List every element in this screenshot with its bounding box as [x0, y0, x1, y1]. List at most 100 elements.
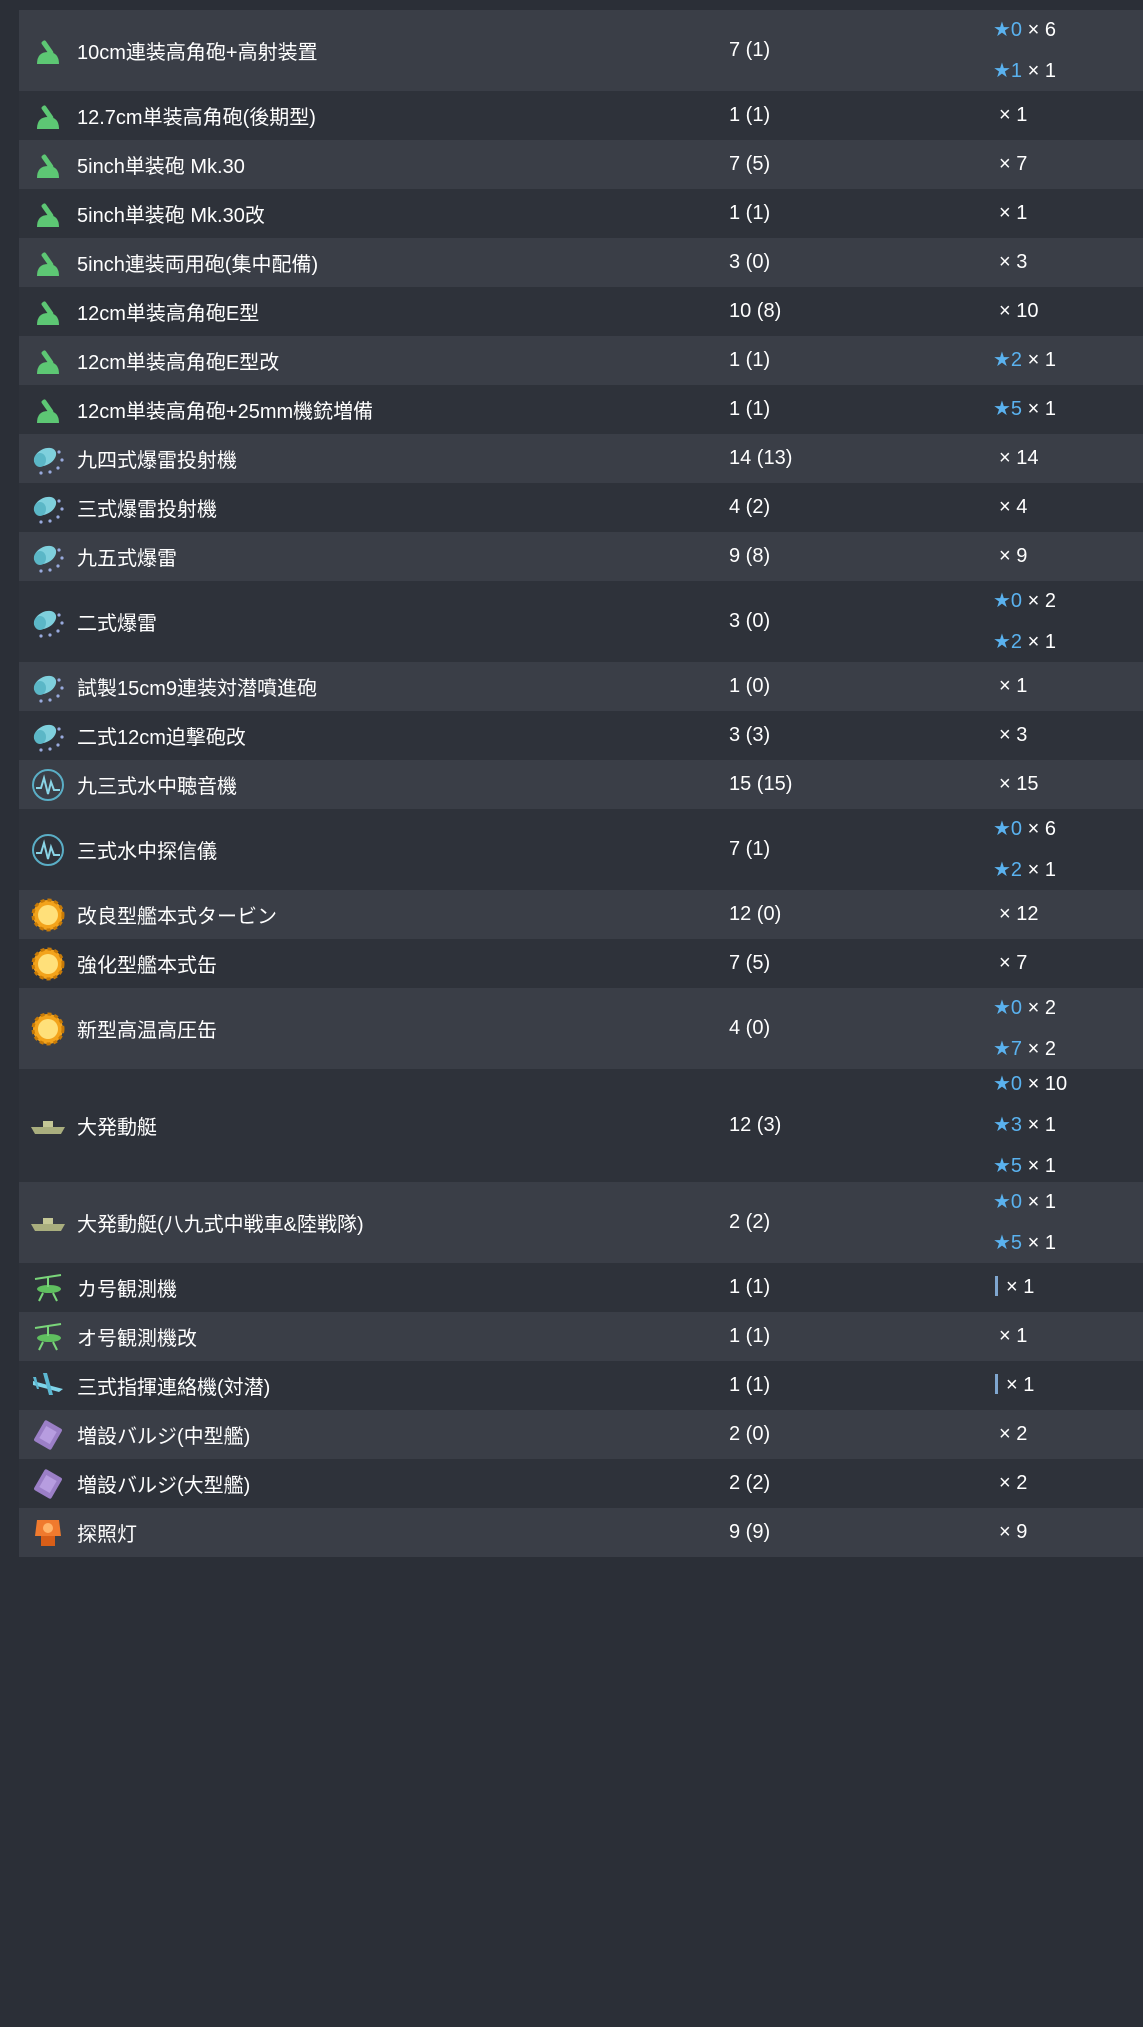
improvement-quantity: × 3	[999, 251, 1028, 273]
improvement-quantity: × 2	[999, 1423, 1028, 1445]
gun-icon	[29, 293, 67, 331]
improvement-quantity: × 4	[999, 496, 1028, 518]
equipment-name: 二式爆雷	[77, 613, 157, 635]
equipment-name: 10cm連装高角砲+高射装置	[77, 42, 318, 64]
equipment-count: 12 (0)	[729, 903, 782, 925]
equipment-name: 九五式爆雷	[77, 548, 177, 570]
table-row: 12.7cm単装高角砲(後期型) 1 (1) × 1	[19, 91, 1143, 140]
improvement-list: × 4	[993, 487, 1027, 528]
table-row: 九五式爆雷 9 (8) × 9	[19, 532, 1143, 581]
improvement-entry: × 1	[993, 666, 1027, 707]
bulge-icon	[29, 1416, 67, 1454]
table-row: 改良型艦本式タービン 12 (0) × 12	[19, 890, 1143, 939]
improvement-list: ★0 × 6 ★2 × 1	[993, 809, 1056, 891]
equipment-count: 3 (0)	[729, 251, 771, 273]
improvement-star-level: ★7	[993, 1037, 1023, 1060]
table-row: 探照灯 9 (9) × 9	[19, 1508, 1143, 1557]
engine-icon	[29, 896, 67, 934]
improvement-entry: × 14	[993, 438, 1038, 479]
improvement-quantity: × 2	[1027, 1037, 1056, 1060]
improvement-entry: × 12	[993, 894, 1038, 935]
improvement-entry: ★2 × 1	[993, 850, 1056, 891]
depth-charge-icon	[29, 717, 67, 755]
improvement-quantity: × 7	[999, 153, 1028, 175]
improvement-list: × 1	[993, 1316, 1027, 1357]
table-row: 12cm単装高角砲E型 10 (8) × 10	[19, 287, 1143, 336]
depth-charge-icon	[29, 538, 67, 576]
searchlight-icon	[29, 1514, 67, 1552]
improvement-entry: × 1	[993, 1316, 1027, 1357]
improvement-quantity: × 1	[999, 1325, 1028, 1347]
equipment-count: 9 (8)	[729, 545, 771, 567]
improvement-list: ★0 × 10 ★3 × 1 ★5 × 1	[993, 1064, 1067, 1187]
improvement-list: × 10	[993, 291, 1038, 332]
table-row: 増設バルジ(中型艦) 2 (0) × 2	[19, 1410, 1143, 1459]
improvement-quantity: × 1	[999, 675, 1028, 697]
depth-charge-icon	[29, 668, 67, 706]
equipment-count: 9 (9)	[729, 1521, 771, 1543]
improvement-quantity: × 1	[1027, 1231, 1056, 1254]
table-row: 5inch連装両用砲(集中配備) 3 (0) × 3	[19, 238, 1143, 287]
table-row: オ号観測機改 1 (1) × 1	[19, 1312, 1143, 1361]
equipment-count: 7 (5)	[729, 952, 771, 974]
improvement-star-level: ★2	[993, 349, 1023, 371]
table-row: 試製15cm9連装対潜噴進砲 1 (0) × 1	[19, 662, 1143, 711]
improvement-entry: ★0 × 6	[993, 10, 1056, 51]
equipment-name: 三式水中探信儀	[77, 841, 217, 863]
equipment-count: 1 (1)	[729, 349, 771, 371]
improvement-quantity: × 1	[1027, 858, 1056, 881]
engine-icon	[29, 1010, 67, 1048]
improvement-entry: × 7	[993, 144, 1027, 185]
equipment-count: 3 (0)	[729, 610, 771, 632]
equipment-count: 15 (15)	[729, 773, 793, 795]
equipment-name: 三式指揮連絡機(対潜)	[77, 1377, 271, 1399]
improvement-quantity: × 3	[999, 724, 1028, 746]
gun-icon	[29, 32, 67, 70]
equipment-count: 1 (1)	[729, 202, 771, 224]
improvement-quantity: × 1	[1027, 349, 1056, 371]
equipment-count: 14 (13)	[729, 447, 793, 469]
table-row: 二式12cm迫撃砲改 3 (3) × 3	[19, 711, 1143, 760]
improvement-list: × 9	[993, 1512, 1027, 1553]
improvement-list: × 1	[993, 1365, 1034, 1406]
autogyro-icon	[29, 1318, 67, 1356]
equipment-count: 10 (8)	[729, 300, 782, 322]
table-row: 大発動艇 12 (3) ★0 × 10 ★3 × 1 ★5 × 1	[19, 1069, 1143, 1182]
equipment-count: 4 (2)	[729, 496, 771, 518]
equipment-count: 1 (0)	[729, 675, 771, 697]
improvement-quantity: × 1	[1027, 1190, 1056, 1213]
improvement-quantity: × 10	[1027, 1073, 1068, 1095]
improvement-star-level: ★2	[993, 630, 1023, 653]
liaison-plane-icon	[29, 1367, 67, 1405]
improvement-entry: ★0 × 1	[993, 1182, 1056, 1223]
bulge-icon	[29, 1465, 67, 1503]
equipment-count: 1 (1)	[729, 104, 771, 126]
improvement-quantity: × 6	[1027, 817, 1056, 840]
equipment-count: 1 (1)	[729, 398, 771, 420]
equipment-name: 二式12cm迫撃砲改	[77, 727, 246, 749]
improvement-entry: × 1	[993, 1365, 1034, 1406]
equipment-name: 大発動艇(八九式中戦車&陸戦隊)	[77, 1214, 364, 1236]
equipment-name: 探照灯	[77, 1524, 137, 1546]
table-row: 強化型艦本式缶 7 (5) × 7	[19, 939, 1143, 988]
proficiency-mark-icon	[995, 1275, 998, 1296]
improvement-star-level: ★3	[993, 1114, 1023, 1136]
improvement-entry: × 4	[993, 487, 1027, 528]
table-row: 二式爆雷 3 (0) ★0 × 2 ★2 × 1	[19, 581, 1143, 662]
improvement-star-level: ★2	[993, 858, 1023, 881]
equipment-name: 5inch単装砲 Mk.30	[77, 156, 245, 178]
equipment-count: 2 (2)	[729, 1211, 771, 1233]
equipment-count: 2 (0)	[729, 1423, 771, 1445]
table-row: 九四式爆雷投射機 14 (13) × 14	[19, 434, 1143, 483]
improvement-quantity: × 1	[1006, 1276, 1035, 1298]
sonar-icon	[29, 766, 67, 804]
improvement-entry: × 9	[993, 536, 1027, 577]
improvement-quantity: × 1	[999, 202, 1028, 224]
gun-icon	[29, 146, 67, 184]
improvement-list: × 2	[993, 1463, 1027, 1504]
improvement-quantity: × 15	[999, 773, 1039, 795]
improvement-entry: × 2	[993, 1463, 1027, 1504]
table-row: 新型高温高圧缶 4 (0) ★0 × 2 ★7 × 2	[19, 988, 1143, 1069]
table-row: 九三式水中聴音機 15 (15) × 15	[19, 760, 1143, 809]
landing-craft-icon	[29, 1204, 67, 1242]
